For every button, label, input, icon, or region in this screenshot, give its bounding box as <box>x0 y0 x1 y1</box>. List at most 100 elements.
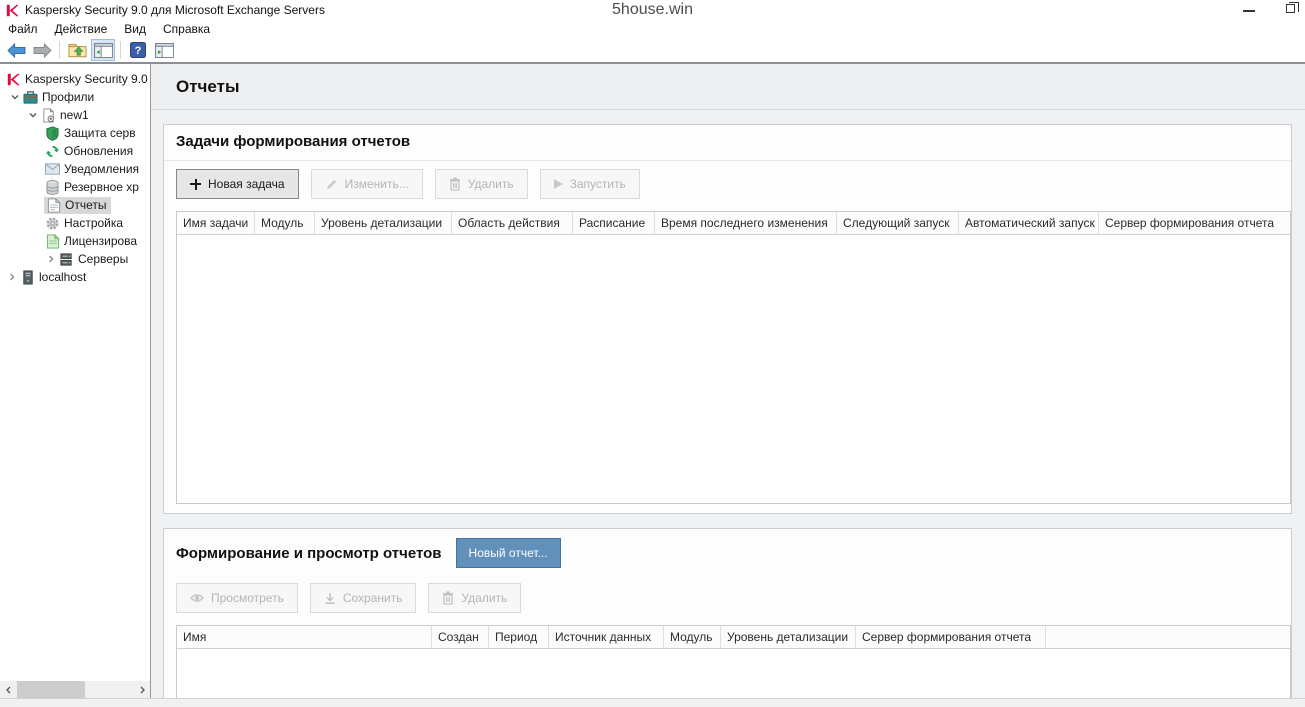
scroll-right-button[interactable] <box>133 681 150 698</box>
column-header[interactable]: Время последнего изменения <box>655 212 837 234</box>
help-button[interactable]: ? <box>126 39 150 61</box>
console-tree-toggle-button[interactable] <box>91 39 115 61</box>
column-header[interactable]: Расписание <box>573 212 655 234</box>
forward-button[interactable] <box>30 39 54 61</box>
action-pane-icon <box>154 42 174 58</box>
tree-item-server-protection[interactable]: Защита серв <box>0 124 150 142</box>
tree-item-label: Профили <box>42 90 95 104</box>
tree-item-console-root[interactable]: Kaspersky Security 9.0 дл <box>0 70 150 88</box>
license-document-icon <box>44 233 61 249</box>
reports-table-body-empty <box>177 649 1290 698</box>
save-report-button-label: Сохранить <box>342 591 403 605</box>
column-header[interactable]: Область действия <box>452 212 573 234</box>
column-header[interactable]: Сервер формирования отчета <box>856 626 1046 648</box>
column-header[interactable]: Имя <box>177 626 432 648</box>
tree-item-label: Обновления <box>64 144 134 158</box>
kaspersky-logo-icon <box>5 73 22 86</box>
tree-item-servers[interactable]: Серверы <box>0 250 150 268</box>
reports-section: Формирование и просмотр отчетов Новый от… <box>163 528 1292 698</box>
reports-section-title: Формирование и просмотр отчетов <box>176 544 442 562</box>
new-report-button[interactable]: Новый отчет... <box>455 538 561 568</box>
watermark-text: 5house.win <box>612 1 693 18</box>
tree-item-label: localhost <box>39 270 87 284</box>
column-header[interactable]: Имя задачи <box>177 212 255 234</box>
minimize-button[interactable] <box>1243 10 1255 12</box>
trash-icon <box>443 591 454 605</box>
tree-item-label: Серверы <box>78 252 129 266</box>
tasks-section-header: Задачи формирования отчетов <box>164 125 1291 161</box>
tree-item-updates[interactable]: Обновления <box>0 142 150 160</box>
server-tower-icon <box>19 269 36 285</box>
menu-file[interactable]: Файл <box>8 22 47 36</box>
new-task-button[interactable]: Новая задача <box>176 169 299 199</box>
menu-help[interactable]: Справка <box>163 22 219 36</box>
page-title: Отчеты <box>176 76 240 96</box>
chevron-down-icon[interactable] <box>8 92 22 102</box>
tree-item-label: Kaspersky Security 9.0 дл <box>25 72 150 86</box>
toolbar: ? <box>0 38 1305 62</box>
briefcase-icon <box>22 90 39 105</box>
column-header[interactable]: Модуль <box>664 626 721 648</box>
shield-icon <box>44 125 61 141</box>
reports-section-header: Формирование и просмотр отчетов Новый от… <box>164 529 1291 568</box>
envelope-icon <box>44 163 61 175</box>
tree-item-notifications[interactable]: Уведомления <box>0 160 150 178</box>
console-tree-panel: Kaspersky Security 9.0 дл Профили new1 <box>0 64 151 698</box>
plus-icon <box>190 178 201 190</box>
chevron-right-icon[interactable] <box>5 272 19 282</box>
console-tree-icon <box>93 42 113 58</box>
column-header[interactable]: Сервер формирования отчета <box>1099 212 1290 234</box>
tree-item-label: Настройка <box>64 216 124 230</box>
edit-task-button[interactable]: Изменить... <box>310 169 423 199</box>
tree-horizontal-scrollbar[interactable] <box>0 681 150 698</box>
page-header: Отчеты <box>151 64 1305 110</box>
column-header-filler <box>1046 626 1290 648</box>
save-report-button[interactable]: Сохранить <box>309 583 417 613</box>
column-header[interactable]: Создан <box>432 626 489 648</box>
scroll-left-button[interactable] <box>0 681 17 698</box>
scrollbar-thumb[interactable] <box>17 681 85 698</box>
chevron-right-icon[interactable] <box>44 254 58 264</box>
column-header[interactable]: Автоматический запуск <box>959 212 1099 234</box>
chevron-down-icon[interactable] <box>26 110 40 120</box>
delete-report-button[interactable]: Удалить <box>428 583 522 613</box>
tree-item-label: Отчеты <box>65 198 107 212</box>
console-body: Kaspersky Security 9.0 дл Профили new1 <box>0 62 1305 698</box>
tree-item-new1[interactable]: new1 <box>0 106 150 124</box>
back-icon <box>6 42 25 58</box>
app-window: Kaspersky Security 9.0 для Microsoft Exc… <box>0 0 1305 707</box>
tree-item-reports[interactable]: Отчеты <box>0 196 150 214</box>
tree-item-profiles[interactable]: Профили <box>0 88 150 106</box>
column-header[interactable]: Уровень детализации <box>315 212 452 234</box>
tree-item-localhost[interactable]: localhost <box>0 268 150 286</box>
trash-icon <box>449 177 460 191</box>
restore-button[interactable] <box>1286 2 1299 13</box>
database-icon <box>44 179 61 195</box>
scroll-right-icon <box>140 686 145 693</box>
tree-item-settings[interactable]: Настройка <box>0 214 150 232</box>
menu-action[interactable]: Действие <box>55 22 117 36</box>
tree-item-backup-storage[interactable]: Резервное хр <box>0 178 150 196</box>
action-pane-toggle-button[interactable] <box>152 39 176 61</box>
run-task-button[interactable]: Запустить <box>539 169 640 199</box>
run-task-button-label: Запустить <box>569 177 626 191</box>
delete-task-button-label: Удалить <box>467 177 514 191</box>
menu-view[interactable]: Вид <box>124 22 155 36</box>
column-header[interactable]: Период <box>489 626 549 648</box>
up-one-level-button[interactable] <box>65 39 89 61</box>
help-icon: ? <box>130 42 146 58</box>
forward-icon <box>33 42 52 58</box>
view-report-button[interactable]: Просмотреть <box>176 583 298 613</box>
tasks-section: Задачи формирования отчетов Новая задача… <box>163 124 1292 514</box>
gear-icon <box>44 216 61 231</box>
play-icon <box>553 179 563 189</box>
tasks-table: Имя задачи Модуль Уровень детализации Об… <box>176 211 1291 504</box>
column-header[interactable]: Модуль <box>255 212 315 234</box>
column-header[interactable]: Следующий запуск <box>837 212 959 234</box>
column-header[interactable]: Уровень детализации <box>721 626 856 648</box>
delete-task-button[interactable]: Удалить <box>434 169 528 199</box>
back-button[interactable] <box>4 39 28 61</box>
column-header[interactable]: Источник данных <box>549 626 664 648</box>
tree-item-label: Резервное хр <box>64 180 139 194</box>
tree-item-licensing[interactable]: Лицензирова <box>0 232 150 250</box>
